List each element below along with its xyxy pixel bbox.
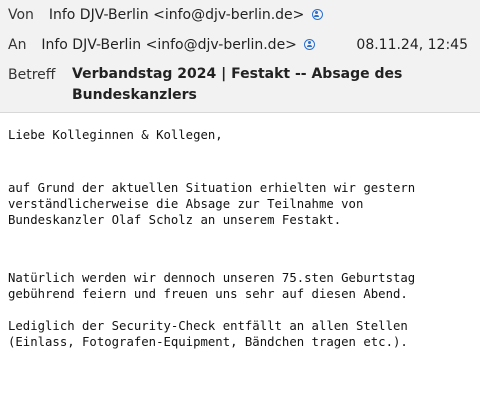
- body-line: Natürlich werden wir dennoch unseren 75.…: [8, 271, 416, 285]
- contact-icon[interactable]: [311, 9, 323, 20]
- subject-line: Bundeskanzlers: [72, 87, 197, 103]
- body-line: auf Grund der aktuellen Situation erhiel…: [8, 181, 416, 195]
- message-header: Von Info DJV-Berlin <info@djv-berlin.de>…: [0, 0, 480, 113]
- subject-label: Betreff: [8, 67, 56, 83]
- greeting: Liebe Kolleginnen & Kollegen,: [8, 128, 223, 142]
- from-label: Von: [8, 7, 34, 23]
- body-line: (Einlass, Fotografen-Equipment, Bändchen…: [8, 335, 408, 349]
- subject-text: Verbandstag 2024 | Festakt -- Absage des…: [72, 64, 412, 106]
- to-address[interactable]: Info DJV-Berlin <info@djv-berlin.de>: [41, 37, 297, 53]
- to-label: An: [8, 37, 27, 53]
- subject-line: Verbandstag 2024 | Festakt -- Absage des: [72, 66, 403, 82]
- message-date: 08.11.24, 12:45: [356, 37, 468, 53]
- from-address[interactable]: Info DJV-Berlin <info@djv-berlin.de>: [49, 7, 305, 23]
- message-body: Liebe Kolleginnen & Kollegen, auf Grund …: [8, 127, 474, 350]
- from-row: Von Info DJV-Berlin <info@djv-berlin.de>: [8, 6, 323, 24]
- body-line: verständlicherweise die Absage zur Teiln…: [8, 197, 364, 211]
- body-line: Bundeskanzler Olaf Scholz an unserem Fes…: [8, 213, 342, 227]
- body-line: Lediglich der Security-Check entfällt an…: [8, 319, 408, 333]
- body-line: gebührend feiern und freuen uns sehr auf…: [8, 287, 408, 301]
- contact-icon[interactable]: [304, 39, 316, 50]
- to-row: An Info DJV-Berlin <info@djv-berlin.de>: [8, 36, 316, 54]
